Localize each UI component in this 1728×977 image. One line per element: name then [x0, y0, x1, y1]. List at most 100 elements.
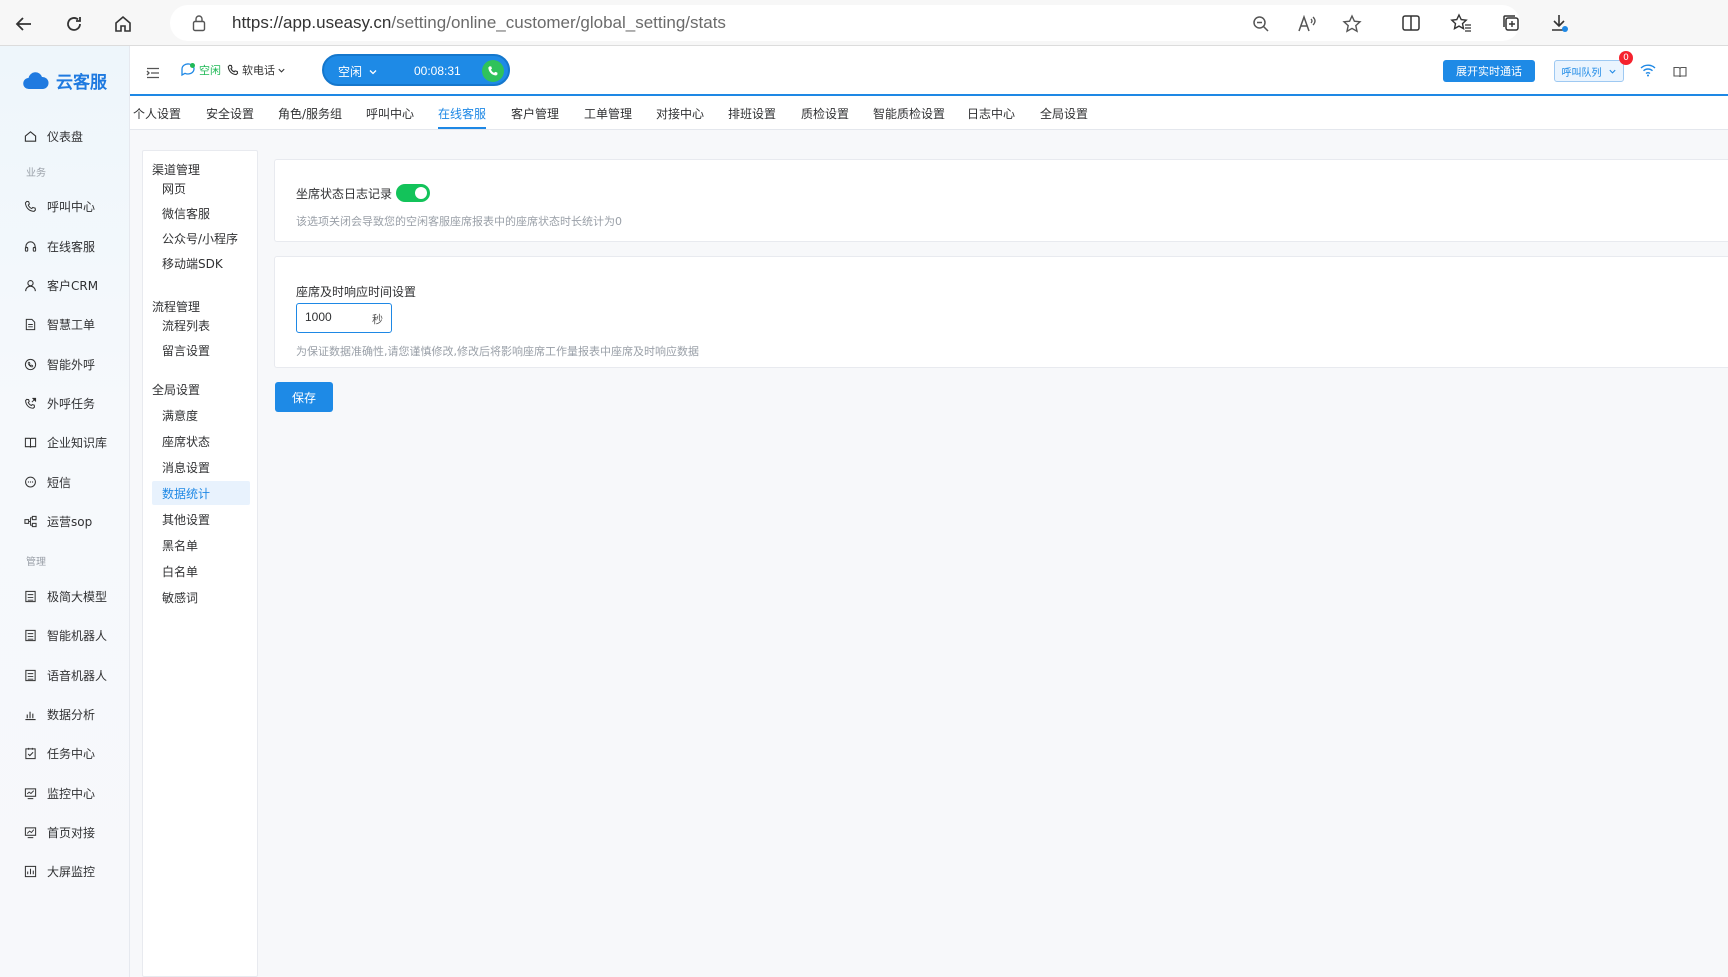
submenu-item-web[interactable]: 网页	[152, 176, 250, 200]
tab-schedule[interactable]: 排班设置	[728, 105, 776, 122]
favorites-icon[interactable]	[1448, 10, 1474, 36]
sidebar-item-sms[interactable]: 短信	[24, 470, 130, 494]
tab-smart-quality[interactable]: 智能质检设置	[873, 105, 945, 122]
answer-call-button[interactable]	[482, 60, 504, 82]
call-status-pill[interactable]: 空闲 00:08:31	[322, 54, 510, 86]
sidebar-item-robot[interactable]: 智能机器人	[24, 623, 130, 647]
submenu-item-agent-status[interactable]: 座席状态	[152, 429, 250, 453]
sidebar-item-label: 语音机器人	[47, 668, 108, 683]
sidebar-item-knowledge-base[interactable]: 企业知识库	[24, 430, 130, 454]
address-bar[interactable]: https://app.useasy.cn/setting/online_cus…	[170, 5, 1520, 41]
sidebar-item-analytics[interactable]: 数据分析	[24, 702, 130, 726]
sidebar-item-outbound[interactable]: 智能外呼	[24, 352, 130, 376]
submenu-item-sensitive-words[interactable]: 敏感词	[152, 585, 250, 609]
submenu-item-blacklist[interactable]: 黑名单	[152, 533, 250, 557]
tab-security[interactable]: 安全设置	[206, 105, 254, 122]
reload-icon	[67, 17, 81, 31]
reload-button[interactable]	[58, 8, 90, 40]
book-icon[interactable]	[1673, 63, 1687, 82]
home-button[interactable]	[107, 8, 139, 40]
sidebar-item-ticket[interactable]: 智慧工单	[24, 312, 130, 336]
board-icon	[25, 629, 36, 641]
board-icon	[25, 669, 36, 681]
sidebar-item-dashboard[interactable]: 仪表盘	[24, 124, 130, 148]
call-timer: 00:08:31	[414, 64, 461, 78]
sidebar-section-business: 业务	[26, 168, 46, 179]
url-path: /setting/online_customer/global_setting/…	[391, 13, 726, 32]
sms-bubble-icon	[25, 476, 36, 487]
call-queue-dropdown[interactable]: 呼叫队列	[1554, 60, 1624, 82]
sidebar-item-online-service[interactable]: 在线客服	[24, 234, 130, 258]
save-button[interactable]: 保存	[275, 382, 333, 412]
submenu-item-flow-list[interactable]: 流程列表	[152, 313, 250, 337]
call-status-dropdown[interactable]: 空闲	[338, 63, 378, 80]
sidebar-item-tasks[interactable]: 任务中心	[24, 741, 130, 765]
book-icon	[24, 437, 37, 448]
status-log-toggle[interactable]	[396, 184, 431, 202]
submenu-item-other[interactable]: 其他设置	[152, 507, 250, 531]
sidebar-item-label: 客户CRM	[47, 278, 99, 293]
app-logo[interactable]: 云客服	[22, 68, 107, 93]
tab-customer[interactable]: 客户管理	[511, 105, 559, 122]
submenu-item-mini-program[interactable]: 公众号/小程序	[152, 226, 250, 250]
sidebar-item-call-center[interactable]: 呼叫中心	[24, 194, 130, 218]
zoom-icon[interactable]	[1250, 13, 1272, 35]
tab-online-service[interactable]: 在线客服	[438, 105, 487, 129]
sidebar-item-monitor[interactable]: 监控中心	[24, 781, 130, 805]
dashboard-screen-icon	[24, 865, 37, 877]
submenu-item-message-settings[interactable]: 留言设置	[152, 338, 250, 362]
sidebar-item-crm[interactable]: 客户CRM	[24, 273, 130, 297]
sidebar-item-label: 极简大模型	[47, 589, 108, 604]
sidebar-item-label: 仪表盘	[47, 129, 84, 144]
downloads-icon[interactable]	[1546, 10, 1572, 36]
tab-ticket[interactable]: 工单管理	[584, 105, 632, 122]
response-time-panel: 座席及时响应时间设置 秒 为保证数据准确性,请您谨慎修改,修改后将影响座席工作量…	[274, 256, 1728, 368]
split-screen-icon[interactable]	[1398, 10, 1424, 36]
back-button[interactable]	[8, 8, 40, 40]
user-icon	[25, 279, 36, 291]
sidebar-item-label: 监控中心	[47, 786, 96, 801]
agent-status-indicator[interactable]: 空闲	[180, 62, 221, 78]
submenu-item-message[interactable]: 消息设置	[152, 455, 250, 479]
read-aloud-icon[interactable]	[1296, 13, 1318, 35]
tab-roles[interactable]: 角色/服务组	[278, 105, 342, 122]
sidebar-item-big-screen[interactable]: 大屏监控	[24, 859, 130, 883]
favorite-star-icon[interactable]	[1341, 13, 1363, 35]
chat-status-icon	[181, 63, 195, 77]
submenu-item-wechat[interactable]: 微信客服	[152, 201, 250, 225]
call-status-text: 空闲	[338, 65, 363, 79]
submenu-item-stats[interactable]: 数据统计	[152, 481, 250, 505]
tab-global[interactable]: 全局设置	[1040, 105, 1088, 122]
sidebar-item-llm[interactable]: 极简大模型	[24, 584, 130, 608]
response-time-input[interactable]	[305, 310, 365, 324]
submenu-item-mobile-sdk[interactable]: 移动端SDK	[152, 251, 250, 275]
expand-realtime-call-button[interactable]: 展开实时通话	[1443, 60, 1535, 82]
tab-logs[interactable]: 日志中心	[967, 105, 1015, 122]
tab-integration[interactable]: 对接中心	[656, 105, 704, 122]
url-host: https://app.useasy.cn	[232, 13, 392, 32]
softphone-dropdown[interactable]: 软电话	[227, 62, 286, 78]
home-icon	[24, 130, 37, 142]
submenu-group-global: 全局设置	[152, 383, 201, 397]
app-header: 空闲 软电话 空闲 00:08:31 展开实时通话 呼叫队列 0	[130, 46, 1728, 96]
collections-icon[interactable]	[1498, 10, 1524, 36]
tab-personal[interactable]: 个人设置	[133, 105, 181, 122]
tab-call-center[interactable]: 呼叫中心	[366, 105, 414, 122]
agent-status-text: 空闲	[199, 64, 221, 77]
submenu-item-whitelist[interactable]: 白名单	[152, 559, 250, 583]
sidebar-item-label: 呼叫中心	[47, 199, 96, 214]
status-log-description: 该选项关闭会导致您的空闲客服座席报表中的座席状态时长统计为0	[296, 215, 622, 228]
chat-phone-icon	[24, 358, 37, 370]
sidebar-item-voice-robot[interactable]: 语音机器人	[24, 663, 130, 687]
menu-toggle-icon[interactable]	[146, 64, 160, 83]
wifi-icon[interactable]	[1640, 62, 1656, 81]
chevron-down-icon	[1608, 69, 1616, 74]
submenu-item-satisfaction[interactable]: 满意度	[152, 403, 250, 427]
sidebar-item-label: 数据分析	[47, 707, 96, 722]
sidebar-item-label: 大屏监控	[47, 864, 96, 879]
response-time-unit: 秒	[372, 313, 383, 326]
sidebar-item-homepage[interactable]: 首页对接	[24, 820, 130, 844]
tab-quality[interactable]: 质检设置	[801, 105, 849, 122]
sidebar-item-sop[interactable]: 运营sop	[24, 509, 130, 533]
sidebar-item-outbound-task[interactable]: 外呼任务	[24, 391, 130, 415]
